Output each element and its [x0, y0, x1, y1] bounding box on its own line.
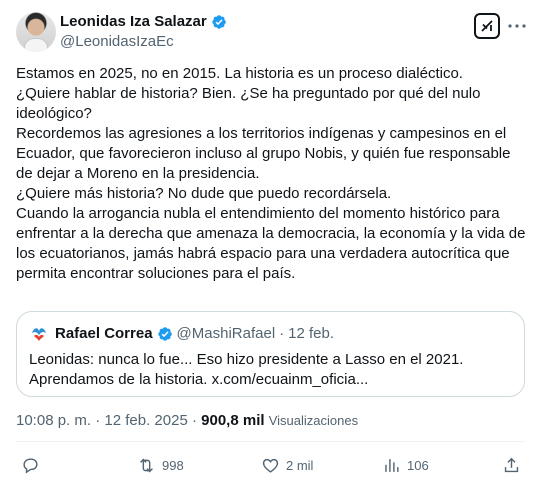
author-avatar[interactable] [16, 12, 56, 52]
verified-badge-icon [157, 326, 172, 341]
more-options-button[interactable] [506, 16, 528, 36]
author-display-name[interactable]: Leonidas Iza Salazar [60, 13, 207, 30]
quoted-date: 12 feb. [288, 325, 335, 342]
quoted-separator: · [279, 325, 285, 342]
bookmark-count: 106 [407, 458, 429, 473]
tweet-paragraph: Recordemos las agresiones a los territor… [16, 125, 511, 182]
divider [16, 441, 525, 442]
quoted-text-line: Aprendamos de la historia. x.com/ecuainm… [29, 371, 369, 388]
tweet-paragraph: Estamos en 2025, no en 2015. La historia… [16, 65, 463, 82]
author-handle[interactable]: @LeonidasIzaEc [60, 33, 174, 50]
retweet-icon [140, 458, 153, 473]
retweet-button[interactable]: 998 [137, 456, 184, 475]
tweet-paragraph: Cuando la arrogancia nubla el entendimie… [16, 205, 526, 282]
author-name-row: Leonidas Iza Salazar [60, 13, 227, 30]
tweet: Leonidas Iza Salazar @LeonidasIzaEc Esta… [0, 0, 541, 496]
retweet-count: 998 [162, 458, 184, 473]
verified-badge-icon [212, 14, 226, 29]
share-button[interactable] [502, 456, 521, 475]
quoted-text: Leonidas: nunca lo fue... Eso hizo presi… [29, 350, 509, 390]
reply-icon [23, 458, 38, 474]
quoted-display-name: Rafael Correa [55, 325, 153, 342]
quoted-text-line: Leonidas: nunca lo fue... Eso hizo presi… [29, 351, 464, 368]
tweet-date[interactable]: 12 feb. 2025 [104, 412, 187, 429]
quoted-name-row: Rafael Correa @MashiRafael · 12 feb. [55, 325, 334, 342]
heart-icon [262, 458, 279, 473]
views-label: Visualizaciones [268, 413, 359, 428]
bookmark-button[interactable]: 106 [382, 456, 429, 475]
like-button[interactable]: 2 mil [261, 456, 313, 475]
tweet-meta: 10:08 p. m. · 12 feb. 2025 · 900,8 mil V… [16, 412, 358, 429]
meta-separator: · [95, 412, 101, 429]
meta-separator: · [191, 412, 197, 429]
tweet-text: Estamos en 2025, no en 2015. La historia… [16, 64, 526, 284]
quoted-author-avatar [29, 324, 49, 344]
tweet-paragraph: ¿Quiere más historia? No dude que puedo … [16, 185, 392, 202]
tweet-paragraph: ¿Quiere hablar de historia? Bien. ¿Se ha… [16, 85, 481, 122]
tweet-time[interactable]: 10:08 p. m. [16, 412, 91, 429]
grok-button[interactable] [474, 13, 500, 39]
share-icon [504, 457, 519, 473]
action-bar: 998 2 mil 106 [0, 452, 541, 480]
grok-icon [481, 20, 493, 32]
quoted-tweet[interactable]: Rafael Correa @MashiRafael · 12 feb. Leo… [16, 311, 525, 397]
reply-button[interactable] [21, 456, 40, 475]
views-count: 900,8 mil [201, 412, 265, 429]
like-count: 2 mil [286, 458, 314, 473]
quoted-handle: @MashiRafael [176, 325, 276, 342]
more-options-icon [508, 24, 526, 28]
bar-chart-icon [385, 459, 399, 472]
